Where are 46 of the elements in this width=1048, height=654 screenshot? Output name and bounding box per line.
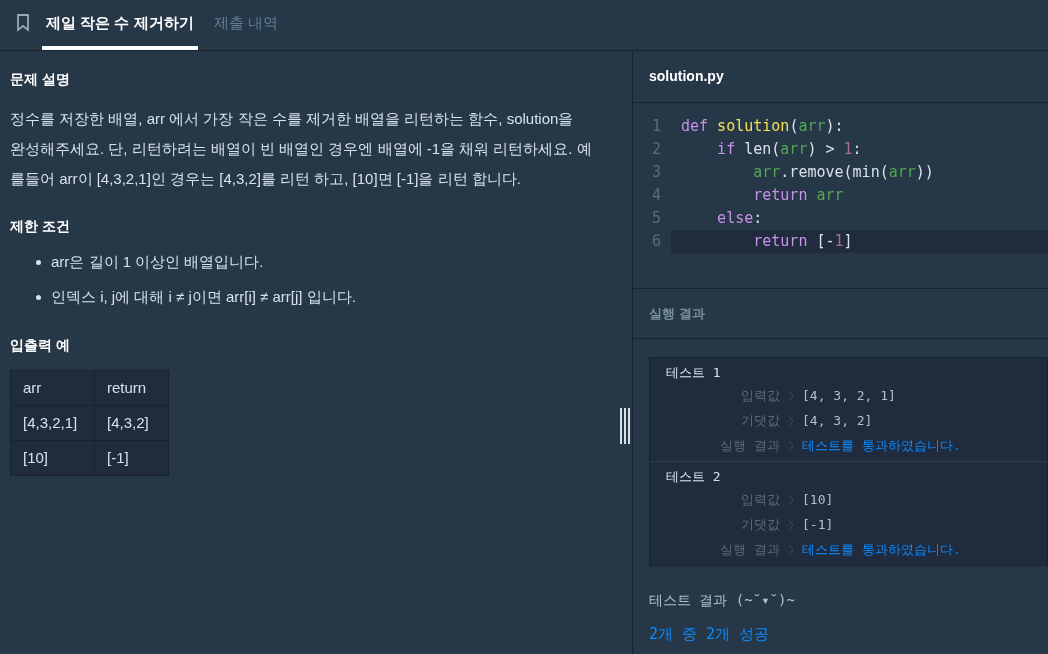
result-value: [4, 3, 2] [802,411,873,430]
chevron-icon [788,518,794,531]
code-line: arr.remove(min(arr)) [752,162,935,184]
constraint-text: 인덱스 i, j에 대해 i ≠ j이면 arr[i] ≠ arr[j] 입니다. [51,287,356,308]
code-line: return arr [752,185,845,207]
test-title: 테스트 1 [666,364,721,383]
result-value: 테스트를 통과하였습니다. [802,436,961,455]
result-label: 기댓값 [740,515,780,534]
result-label: 실행 결과 [719,540,780,559]
chevron-icon [788,389,794,402]
description-text: 정수를 저장한 배열, arr 에서 가장 작은 수를 제거한 배열을 리턴하는 함수, solution을 완성해주세요. 단, 리턴하려는 배열이 빈 배열인 경우엔 배열에 -1을 채워 리턴하세요. 예를들어 arr이 [4,3,2,1]인 경우는 [4,3,2]를 리턴 하고, [10]면 [-1]을 리턴 합니다. [10,109,593,189]
chevron-icon [788,493,794,506]
file-name: solution.py [649,67,724,86]
chevron-icon [788,439,794,452]
column-header: arr [10,370,95,406]
results-heading: 실행 결과 [649,304,705,323]
result-value: [4, 3, 2, 1] [802,386,896,405]
constraint-text: arr은 길이 1 이상인 배열입니다. [51,252,264,273]
result-value: [-1] [802,515,834,534]
result-value: 테스트를 통과하였습니다. [802,540,961,559]
summary-text: 2개 중 2개 성공 [649,624,771,645]
tab[interactable]: 제일 작은 수 제거하기 [42,0,198,50]
code-line: else: [716,208,764,230]
bookmark-icon[interactable] [16,14,30,32]
code-line: if len(arr) > 1: [716,139,863,161]
resize-handle[interactable] [620,408,630,444]
result-label: 입력값 [740,490,780,509]
result-label: 입력값 [740,386,780,405]
result-value: [10] [802,490,834,509]
table-cell: [10] [10,440,95,476]
test-title: 테스트 2 [666,468,721,487]
bullet-icon [36,260,41,265]
section-heading: 문제 설명 [10,70,71,89]
table-cell: [4,3,2,1] [10,405,95,441]
chevron-icon [788,543,794,556]
table-cell: [4,3,2] [94,405,169,441]
section-heading: 입출력 예 [10,336,71,355]
column-header: return [94,370,169,406]
code-line: def solution(arr): [680,116,845,138]
summary-title: 테스트 결과 (~˘▾˘)~ [649,591,796,610]
result-label: 기댓값 [740,411,780,430]
chevron-icon [788,414,794,427]
table-cell: [-1] [94,440,169,476]
bullet-icon [36,295,41,300]
result-label: 실행 결과 [719,436,780,455]
section-heading: 제한 조건 [10,217,71,236]
